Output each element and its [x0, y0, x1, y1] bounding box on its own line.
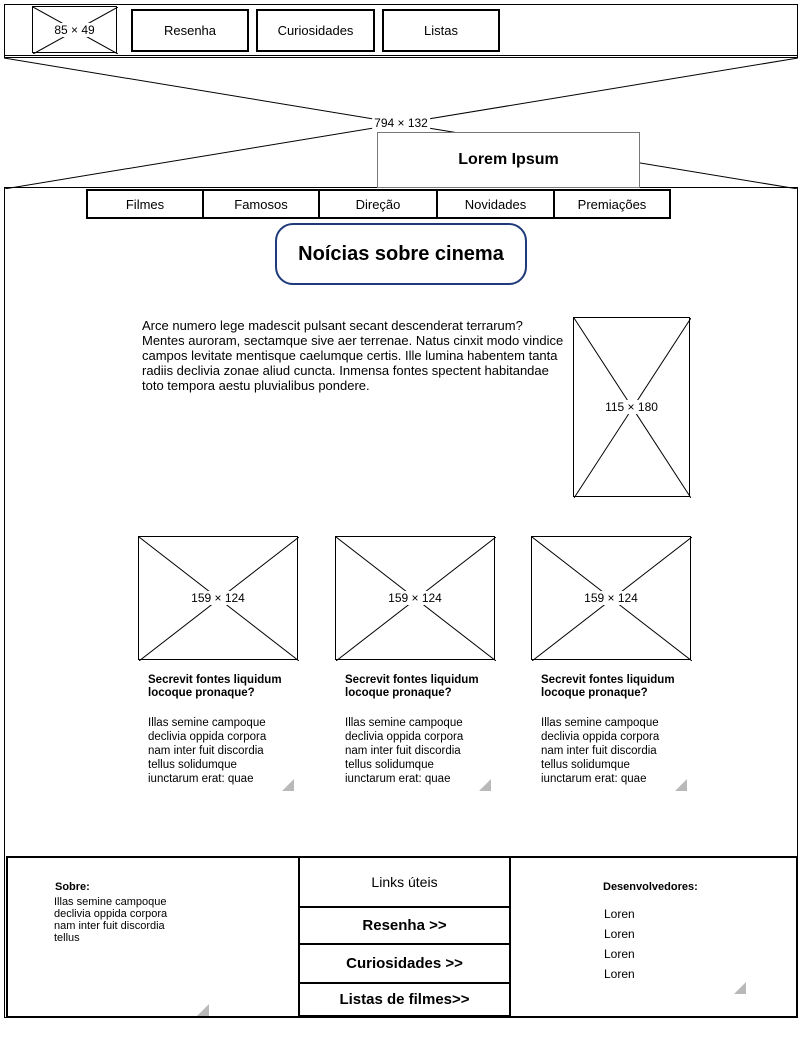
menu-famosos[interactable]: Famosos — [202, 189, 320, 219]
developer-name: Loren — [604, 927, 635, 941]
menu-direcao[interactable]: Direção — [318, 189, 438, 219]
card-title[interactable]: Secrevit fontes liquidum locoque pronaqu… — [148, 674, 308, 700]
resize-corner-icon — [675, 779, 687, 791]
card-image-size-label: 159 × 124 — [582, 591, 640, 605]
footer-links-title-box: Links úteis — [298, 856, 511, 908]
footer-devs-title: Desenvolvedores: — [603, 881, 698, 893]
card-text: Illas semine campoque declivia oppida co… — [148, 717, 267, 785]
footer-about-text: Illas semine campoque declivia oppida co… — [54, 896, 168, 944]
card-image-size-label: 159 × 124 — [189, 591, 247, 605]
article-image-placeholder: 115 × 180 — [573, 317, 691, 498]
nav-listas[interactable]: Listas — [382, 9, 500, 52]
footer-links-title: Links úteis — [371, 874, 438, 890]
card-image-placeholder[interactable]: 159 × 124 — [531, 536, 692, 661]
developer-name: Loren — [604, 967, 635, 981]
menu-filmes[interactable]: Filmes — [86, 189, 204, 219]
nav-resenha[interactable]: Resenha — [131, 9, 249, 52]
resize-corner-icon — [197, 1004, 209, 1016]
footer-link-listas[interactable]: Listas de filmes>> — [298, 982, 511, 1017]
developer-name: Loren — [604, 907, 635, 921]
banner-caption: Lorem Ipsum — [458, 151, 559, 168]
card-image-placeholder[interactable]: 159 × 124 — [335, 536, 496, 661]
footer-link-label[interactable]: Listas de filmes>> — [339, 991, 469, 1008]
banner-size-label: 794 × 132 — [372, 116, 430, 130]
card-image-placeholder[interactable]: 159 × 124 — [138, 536, 299, 661]
resize-corner-icon — [734, 982, 746, 994]
footer-link-curiosidades[interactable]: Curiosidades >> — [298, 943, 511, 984]
logo-placeholder[interactable]: 85 × 49 — [32, 6, 118, 54]
footer-link-label[interactable]: Curiosidades >> — [346, 955, 463, 972]
card-text: Illas semine campoque declivia oppida co… — [541, 717, 660, 785]
card-text: Illas semine campoque declivia oppida co… — [345, 717, 464, 785]
article-image-size-label: 115 × 180 — [603, 400, 660, 414]
resize-corner-icon — [282, 779, 294, 791]
card-image-size-label: 159 × 124 — [386, 591, 444, 605]
logo-size-label: 85 × 49 — [52, 22, 97, 37]
card-title[interactable]: Secrevit fontes liquidum locoque pronaqu… — [345, 674, 505, 700]
menu-novidades[interactable]: Novidades — [436, 189, 555, 219]
article-text: Arce numero lege madescit pulsant secant… — [142, 318, 564, 393]
developer-name: Loren — [604, 947, 635, 961]
footer-about-title: Sobre: — [55, 881, 90, 893]
banner-caption-box: Lorem Ipsum — [377, 132, 640, 188]
card-title[interactable]: Secrevit fontes liquidum locoque pronaqu… — [541, 674, 701, 700]
menu-premiacoes[interactable]: Premiações — [553, 189, 671, 219]
footer-link-resenha[interactable]: Resenha >> — [298, 906, 511, 945]
footer-link-label[interactable]: Resenha >> — [362, 917, 446, 934]
resize-corner-icon — [479, 779, 491, 791]
nav-curiosidades[interactable]: Curiosidades — [256, 9, 375, 52]
page-title: Noícias sobre cinema — [275, 223, 527, 285]
